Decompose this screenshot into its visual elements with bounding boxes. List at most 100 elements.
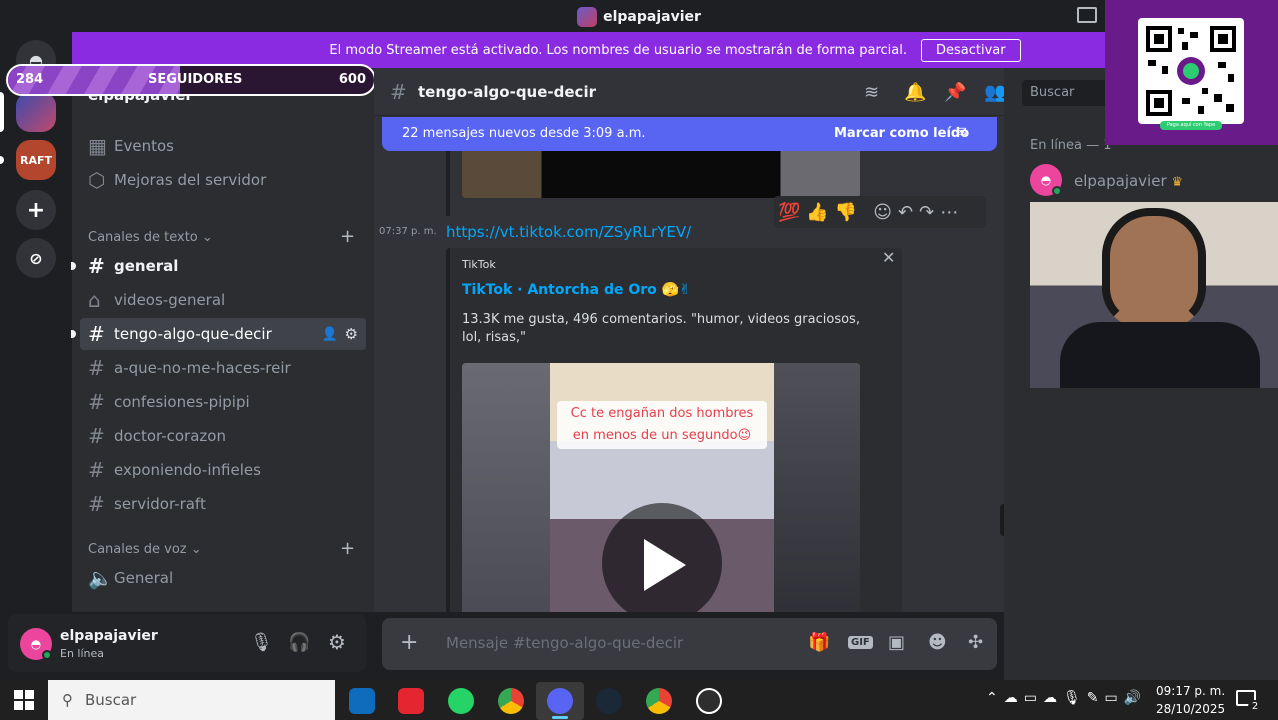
microphone-icon[interactable]: 🎙 [250,632,273,653]
outlook-icon[interactable] [349,688,375,714]
voice-category-header[interactable]: Canales de voz ⌄ [88,542,202,557]
add-server-icon[interactable]: + [16,190,56,230]
channel-confesiones-pipipi[interactable]: # confesiones-pipipi [80,386,366,418]
mark-as-read-button[interactable]: Marcar como leído [834,126,969,141]
channel-tengo-algo-que-decir[interactable]: # tengo-algo-que-decir 👤 ⚙ [80,318,366,350]
close-embed-icon[interactable]: ✕ [882,248,895,267]
text-category-header[interactable]: Canales de texto ⌄ [88,230,213,245]
online-dot [42,650,52,660]
message-link[interactable]: https://vt.tiktok.com/ZSyRLrYEV/ [446,223,691,241]
user-name[interactable]: elpapajavier [60,628,158,644]
search-input[interactable]: Buscar [1022,80,1112,106]
chrome-icon-2[interactable] [646,688,672,714]
obs-icon[interactable] [696,688,722,714]
embed-title[interactable]: TikTok · Antorcha de Oro 🫣✌ [462,282,691,298]
notification-count: 2 [1248,700,1262,714]
raft-server-icon[interactable]: RAFT [16,140,56,180]
streamer-mode-text: El modo Streamer está activado. Los nomb… [329,42,907,58]
reaction-thumbs-down-icon[interactable]: 👎 [835,202,857,223]
message-timestamp: 07:37 p. m. [379,226,437,237]
mic-tray-icon[interactable]: 🎙 [1063,690,1087,706]
message-action-bar: 💯 👍 👎 ☺ ↶ ↷ ⋯ [774,196,986,228]
sticker-icon[interactable]: ▣ [888,632,905,653]
title-bar: elpapajavier [0,0,1278,32]
discover-icon[interactable]: ⊘ [16,238,56,278]
create-invite-icon[interactable]: 👤 [322,327,338,342]
discord-taskbar-icon [547,688,573,714]
channel-general[interactable]: # general [80,250,366,282]
play-button-icon[interactable] [602,503,722,612]
reaction-100-icon[interactable]: 💯 [778,202,800,223]
video-blur-left [462,363,550,612]
embed-border [446,146,450,216]
clock-date[interactable]: 28/10/2025 [1156,702,1225,716]
steam-icon[interactable] [596,688,622,714]
clock-time[interactable]: 09:17 p. m. [1156,684,1225,698]
channel-a-que-no-me-haces-reir[interactable]: # a-que-no-me-haces-reir [80,352,366,384]
message-input[interactable]: Mensaje #tengo-algo-que-decir [446,634,683,652]
sidebar-item-eventos[interactable]: ▦ Eventos [80,130,366,162]
speaker-icon: 🔈 [88,566,113,590]
server-icon-1[interactable] [16,92,56,132]
wps-office-icon[interactable] [398,688,424,714]
server-list: ◓ RAFT + ⊘ [0,32,72,680]
add-voice-channel-icon[interactable]: + [340,538,355,559]
chrome-icon[interactable] [498,688,524,714]
windows-start-icon[interactable] [14,690,34,710]
show-hidden-icons-icon[interactable]: ⌃ [986,690,1004,706]
emoji-icon[interactable]: ☻ [928,632,947,653]
embed-video[interactable]: Cc te engañan dos hombres en menos de un… [462,363,860,612]
unread-dot [71,262,76,270]
taskbar-search-input[interactable]: ⚲ Buscar [48,680,335,720]
streamer-mode-banner: El modo Streamer está activado. Los nomb… [72,32,1278,68]
apps-icon[interactable]: ✣ [968,632,983,653]
deactivate-button[interactable]: Desactivar [921,38,1021,62]
screen-share-icon[interactable] [1077,7,1097,23]
scrollbar-thumb[interactable] [1000,504,1004,536]
webcam-feed [1030,202,1278,388]
boost-icon: ⬡ [88,168,106,192]
security-icon[interactable]: ☁ [1043,690,1063,706]
notification-bell-icon[interactable]: 🔔 [904,82,926,103]
embed-description: 13.3K me gusta, 496 comentarios. "humor,… [462,312,860,345]
voice-channel-general[interactable]: 🔈 General [80,562,366,594]
user-status: En línea [60,647,105,660]
attach-plus-icon[interactable]: + [400,630,418,655]
add-text-channel-icon[interactable]: + [340,226,355,247]
reply-icon[interactable]: ↶ [898,202,913,223]
member-name[interactable]: elpapajavier ♛ [1074,172,1183,190]
reaction-thumbs-up-icon[interactable]: 👍 [806,202,828,223]
add-reaction-icon[interactable]: ☺ [873,202,892,223]
channel-videos-general[interactable]: ⌂ videos-general [80,284,366,316]
new-messages-bar[interactable]: 22 mensajes nuevos desde 3:09 a.m. Marca… [382,117,997,151]
headphones-icon[interactable]: 🎧 [288,632,310,653]
channel-exponiendo-infieles[interactable]: # exponiendo-infieles [80,454,366,486]
new-messages-text: 22 mensajes nuevos desde 3:09 a.m. [402,126,646,141]
unread-pill [0,156,4,164]
unread-dot [71,330,76,338]
network-icon[interactable]: ▭ [1104,690,1123,706]
qr-code [1138,18,1244,124]
forward-icon[interactable]: ↷ [919,202,934,223]
threads-icon[interactable]: ≋ [864,82,879,103]
onedrive-icon[interactable]: ☁ [1004,690,1024,706]
channel-settings-icon[interactable]: ⚙ [345,325,358,343]
channel-servidor-raft[interactable]: # servidor-raft [80,488,366,520]
hash-icon: # [390,80,407,104]
meet-icon[interactable]: ▭ [1024,690,1043,706]
user-settings-icon[interactable]: ⚙ [328,630,346,654]
webcam-person [1102,208,1206,328]
gift-icon[interactable]: 🎁 [808,632,830,653]
pen-icon[interactable]: ✎ [1087,690,1105,706]
gif-icon[interactable]: GIF [848,636,873,649]
previous-video-preview[interactable] [462,146,860,198]
sidebar-item-mejoras[interactable]: ⬡ Mejoras del servidor [80,164,366,196]
whatsapp-icon[interactable] [448,688,474,714]
calendar-icon: ▦ [88,134,107,158]
more-options-icon[interactable]: ⋯ [940,202,958,223]
active-indicator [552,716,568,719]
pin-icon[interactable]: 📌 [944,82,966,103]
qr-label: Paga aquí con Yape [1160,121,1222,130]
channel-doctor-corazon[interactable]: # doctor-corazon [80,420,366,452]
volume-icon[interactable]: 🔊 [1124,690,1147,706]
